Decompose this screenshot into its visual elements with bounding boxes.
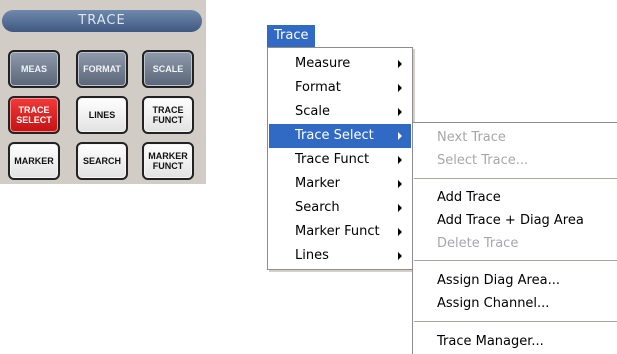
submenu-item-select-trace: Select Trace...: [414, 149, 617, 172]
submenu-arrow-icon: [398, 180, 402, 188]
menu-item-label: Trace Funct: [295, 152, 370, 167]
menu-separator: [414, 178, 617, 179]
submenu-item-assign-diag-area[interactable]: Assign Diag Area...: [414, 269, 617, 292]
format-key[interactable]: FORMAT: [76, 50, 128, 88]
menu-item-search[interactable]: Search: [269, 196, 411, 220]
panel-title: TRACE: [2, 10, 202, 32]
trace-key-panel: TRACE MEAS FORMAT SCALE TRACE SELECT LIN…: [0, 0, 206, 184]
menu-item-marker[interactable]: Marker: [269, 172, 411, 196]
marker-key[interactable]: MARKER: [8, 142, 60, 180]
submenu-item-delete-trace: Delete Trace: [414, 232, 617, 255]
menu-item-trace-funct[interactable]: Trace Funct: [269, 148, 411, 172]
submenu-item-label: Select Trace...: [437, 153, 529, 168]
submenu-item-label: Next Trace: [437, 130, 506, 145]
menu-item-format[interactable]: Format: [269, 76, 411, 100]
menu-item-label: Marker: [295, 176, 340, 191]
menu-item-label: Lines: [295, 248, 329, 263]
trace-select-key[interactable]: TRACE SELECT: [8, 96, 60, 134]
submenu-item-label: Assign Channel...: [437, 296, 550, 311]
submenu-arrow-icon: [398, 108, 402, 116]
menu-item-label: Scale: [295, 104, 330, 119]
menu-separator: [414, 260, 617, 261]
meas-key[interactable]: MEAS: [8, 50, 60, 88]
submenu-arrow-icon: [398, 132, 402, 140]
submenu-item-add-trace-diag-area[interactable]: Add Trace + Diag Area: [414, 209, 617, 232]
submenu-item-trace-manager[interactable]: Trace Manager...: [414, 330, 617, 353]
menu-item-label: Search: [295, 200, 340, 215]
menu-item-label: Trace Select: [295, 128, 374, 143]
submenu-arrow-icon: [398, 252, 402, 260]
submenu-arrow-icon: [398, 204, 402, 212]
submenu-item-add-trace[interactable]: Add Trace: [414, 186, 617, 209]
submenu-item-label: Add Trace: [437, 190, 501, 205]
submenu-item-next-trace: Next Trace: [414, 126, 617, 149]
submenu-item-label: Trace Manager...: [437, 334, 544, 349]
menu-item-label: Format: [295, 80, 341, 95]
lines-key[interactable]: LINES: [76, 96, 128, 134]
menu-item-trace-select[interactable]: Trace Select: [269, 124, 411, 148]
trace-menu-title[interactable]: Trace: [267, 25, 315, 47]
submenu-item-label: Delete Trace: [437, 236, 519, 251]
menu-item-measure[interactable]: Measure: [269, 52, 411, 76]
menu-item-label: Marker Funct: [295, 224, 380, 239]
submenu-arrow-icon: [398, 84, 402, 92]
submenu-arrow-icon: [398, 156, 402, 164]
menu-separator: [414, 321, 617, 322]
submenu-item-assign-channel[interactable]: Assign Channel...: [414, 292, 617, 315]
scale-key[interactable]: SCALE: [142, 50, 194, 88]
submenu-item-label: Assign Diag Area...: [437, 273, 560, 288]
menu-item-lines[interactable]: Lines: [269, 244, 411, 268]
menu-item-scale[interactable]: Scale: [269, 100, 411, 124]
trace-funct-key[interactable]: TRACE FUNCT: [142, 96, 194, 134]
trace-select-submenu: Next Trace Select Trace... Add Trace Add…: [412, 122, 617, 354]
submenu-arrow-icon: [398, 60, 402, 68]
trace-menu: Measure Format Scale Trace Select Trace …: [267, 47, 413, 270]
menu-item-label: Measure: [295, 56, 351, 71]
menu-item-marker-funct[interactable]: Marker Funct: [269, 220, 411, 244]
search-key[interactable]: SEARCH: [76, 142, 128, 180]
submenu-arrow-icon: [398, 228, 402, 236]
submenu-item-label: Add Trace + Diag Area: [437, 213, 584, 228]
marker-funct-key[interactable]: MARKER FUNCT: [142, 142, 194, 180]
